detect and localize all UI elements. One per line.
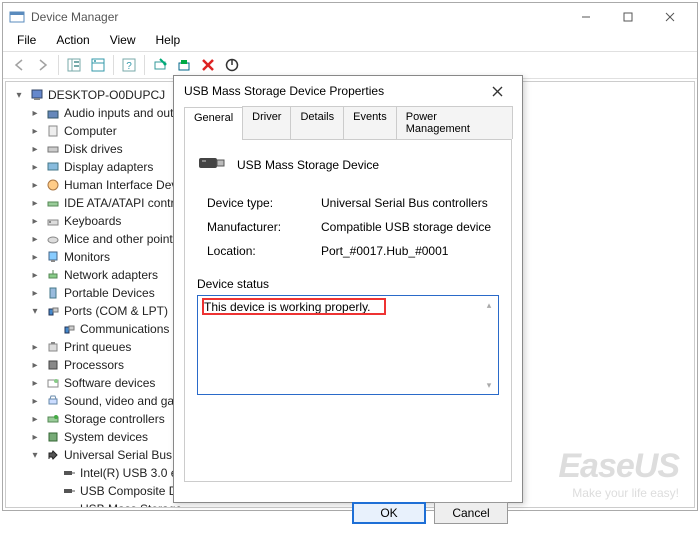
category-icon xyxy=(45,285,61,301)
device-status-label: Device status xyxy=(197,277,499,291)
usb-device-icon xyxy=(197,152,227,177)
dialog-titlebar[interactable]: USB Mass Storage Device Properties xyxy=(174,76,522,106)
category-icon xyxy=(45,105,61,121)
category-icon xyxy=(45,447,61,463)
category-icon xyxy=(45,249,61,265)
tab-strip: General Driver Details Events Power Mana… xyxy=(184,106,512,140)
menu-file[interactable]: File xyxy=(7,31,46,51)
disable-button[interactable] xyxy=(220,54,244,76)
category-icon xyxy=(45,375,61,391)
properties-button[interactable] xyxy=(86,54,110,76)
category-icon xyxy=(45,393,61,409)
category-icon xyxy=(45,357,61,373)
cancel-button[interactable]: Cancel xyxy=(434,502,508,524)
scan-hardware-button[interactable] xyxy=(148,54,172,76)
window-titlebar: Device Manager xyxy=(3,3,697,31)
device-status-box[interactable]: This device is working properly. ▴ ▾ xyxy=(197,295,499,395)
category-icon xyxy=(45,267,61,283)
dialog-close-button[interactable] xyxy=(482,76,512,106)
forward-button[interactable] xyxy=(31,54,55,76)
computer-icon xyxy=(29,87,45,103)
svg-text:?: ? xyxy=(126,61,132,72)
tab-panel-general: USB Mass Storage Device Device type: Uni… xyxy=(184,140,512,482)
device-type-value: Universal Serial Bus controllers xyxy=(321,191,499,215)
device-icon xyxy=(61,501,77,508)
category-icon xyxy=(45,231,61,247)
close-button[interactable] xyxy=(649,3,691,31)
category-icon xyxy=(45,123,61,139)
window-title: Device Manager xyxy=(31,10,118,24)
menu-action[interactable]: Action xyxy=(46,31,99,51)
device-icon xyxy=(61,321,77,337)
location-value: Port_#0017.Hub_#0001 xyxy=(321,239,499,263)
tab-power[interactable]: Power Management xyxy=(396,106,513,139)
show-hide-tree-button[interactable] xyxy=(62,54,86,76)
tab-driver[interactable]: Driver xyxy=(242,106,291,139)
category-icon xyxy=(45,213,61,229)
maximize-button[interactable] xyxy=(607,3,649,31)
category-icon xyxy=(45,411,61,427)
properties-dialog: USB Mass Storage Device Properties Gener… xyxy=(173,75,523,503)
manufacturer-value: Compatible USB storage device xyxy=(321,215,499,239)
update-driver-button[interactable] xyxy=(172,54,196,76)
category-icon xyxy=(45,159,61,175)
location-label: Location: xyxy=(207,239,307,263)
category-icon xyxy=(45,141,61,157)
tab-details[interactable]: Details xyxy=(290,106,344,139)
ok-button[interactable]: OK xyxy=(352,502,426,524)
category-icon xyxy=(45,429,61,445)
category-icon xyxy=(45,177,61,193)
category-icon xyxy=(45,303,61,319)
menu-bar: File Action View Help xyxy=(3,31,697,51)
menu-help[interactable]: Help xyxy=(146,31,191,51)
tab-events[interactable]: Events xyxy=(343,106,397,139)
minimize-button[interactable] xyxy=(565,3,607,31)
help-button[interactable]: ? xyxy=(117,54,141,76)
app-icon xyxy=(9,9,25,25)
dialog-title: USB Mass Storage Device Properties xyxy=(184,84,482,98)
category-icon xyxy=(45,195,61,211)
manufacturer-label: Manufacturer: xyxy=(207,215,307,239)
device-icon xyxy=(61,465,77,481)
device-status-text: This device is working properly. xyxy=(204,300,371,314)
category-icon xyxy=(45,339,61,355)
device-icon xyxy=(61,483,77,499)
uninstall-button[interactable] xyxy=(196,54,220,76)
status-scrollbar[interactable]: ▴ ▾ xyxy=(482,298,496,392)
tab-general[interactable]: General xyxy=(184,107,243,140)
device-type-label: Device type: xyxy=(207,191,307,215)
menu-view[interactable]: View xyxy=(100,31,146,51)
back-button[interactable] xyxy=(7,54,31,76)
device-name: USB Mass Storage Device xyxy=(237,158,379,172)
